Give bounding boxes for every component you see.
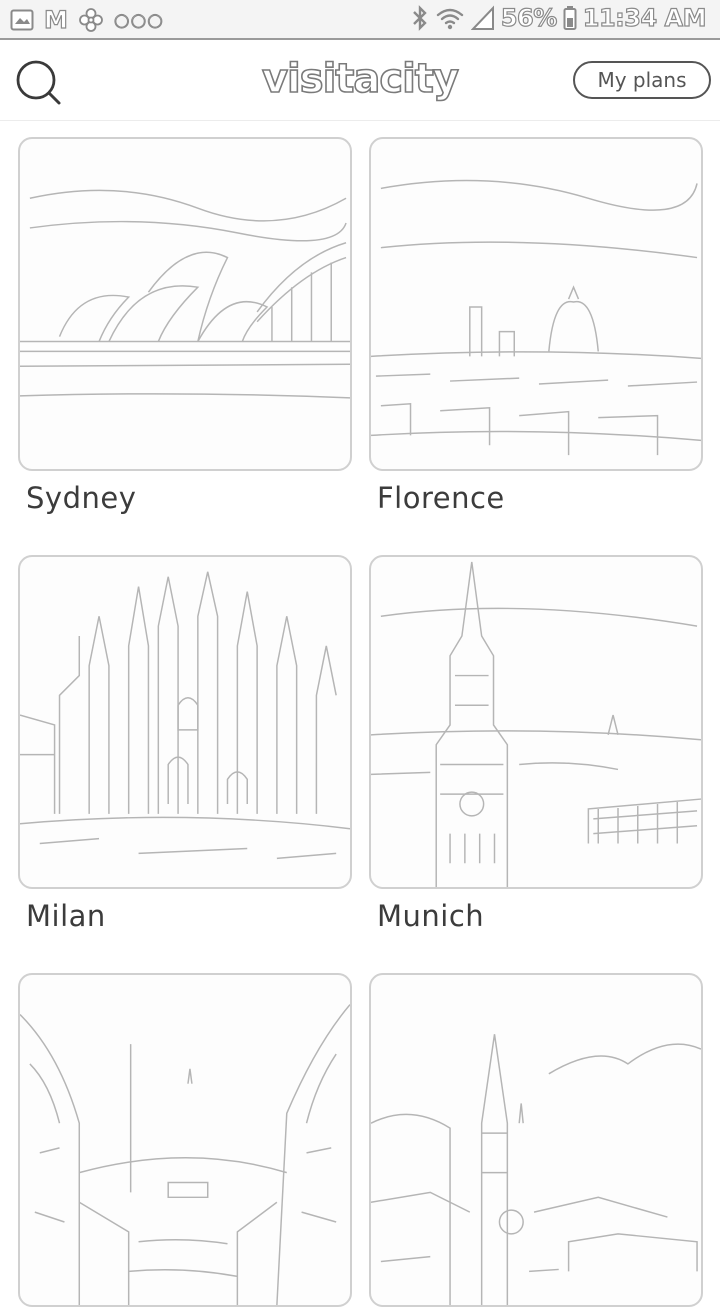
city-card-sydney[interactable]: Sydney [18,137,352,515]
app-header: visitacity My plans [0,42,720,121]
status-left-icons: M ○○○ [10,5,165,35]
fan-icon [78,8,103,32]
search-icon [16,60,61,105]
spire-city-sketch [371,1034,701,1305]
my-plans-button[interactable]: My plans [573,61,711,99]
city-card-6[interactable] [369,973,703,1307]
city-image-florence [369,137,703,471]
city-card-florence[interactable]: Florence [369,137,703,515]
city-name: Sydney [26,481,137,515]
sydney-opera-house-sketch [20,189,350,399]
battery-percent: 56% [500,3,558,32]
city-name: Munich [377,899,485,933]
gallery-icon [10,9,34,31]
city-card-milan[interactable]: Milan [18,555,352,933]
battery-icon [563,6,577,30]
city-image-munich [369,555,703,889]
city-image-spire [369,973,703,1307]
status-bar: M ○○○ 56% 11:34 AM [0,0,720,40]
bluetooth-icon [412,5,427,31]
clock: 11:34 AM [582,3,707,32]
gmail-icon: M [43,5,68,34]
city-image-milan [18,555,352,889]
city-name: Milan [26,899,106,933]
status-right-icons: 56% 11:34 AM [411,3,707,33]
wifi-icon [436,8,464,30]
city-image-sydney [18,137,352,471]
more-dots-icon: ○○○ [113,9,165,31]
search-button[interactable] [14,58,64,108]
city-card-5[interactable] [18,973,352,1307]
signal-icon [470,5,494,30]
city-card-munich[interactable]: Munich [369,555,703,933]
florence-duomo-sketch [371,179,701,456]
munich-rathaus-sketch [371,561,701,887]
city-name: Florence [377,481,505,515]
milan-duomo-sketch [20,571,350,860]
canal-city-sketch [20,1004,350,1305]
city-image-canal [18,973,352,1307]
